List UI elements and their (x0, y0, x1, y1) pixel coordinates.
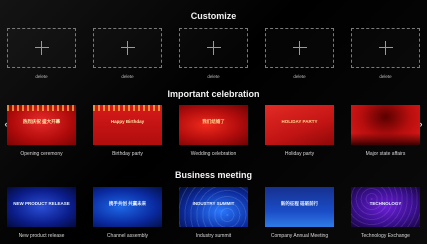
template-label: Opening ceremony (20, 151, 63, 157)
customize-section-title: Customize (190, 11, 237, 21)
template-thumbnail[interactable]: TECHNOLOGY (351, 187, 420, 227)
business-row: NEW PRODUCT RELEASE New product release … (7, 187, 420, 239)
template-card-industry-summit[interactable]: INDUSTRY SUMMIT Industry summit (179, 187, 248, 239)
delete-button[interactable]: delete (379, 74, 391, 79)
template-label: Industry summit (195, 233, 232, 239)
delete-button[interactable]: delete (207, 74, 219, 79)
empty-slot[interactable] (7, 28, 76, 68)
thumbnail-text: NEW PRODUCT RELEASE (13, 201, 70, 206)
template-label: Company Annual Meeting (270, 233, 329, 239)
template-label: Channel assembly (106, 233, 149, 239)
template-thumbnail[interactable]: INDUSTRY SUMMIT (179, 187, 248, 227)
delete-button[interactable]: delete (35, 74, 47, 79)
plus-icon (378, 41, 393, 55)
template-thumbnail[interactable]: NEW PRODUCT RELEASE (7, 187, 76, 227)
template-thumbnail[interactable]: 携手共创 共赢未来 (93, 187, 162, 227)
template-card-channel-assembly[interactable]: 携手共创 共赢未来 Channel assembly (93, 187, 162, 239)
delete-button[interactable]: delete (293, 74, 305, 79)
template-label: Wedding celebration (190, 151, 237, 157)
template-card-technology-exchange[interactable]: TECHNOLOGY Technology Exchange (351, 187, 420, 239)
template-card-major-state-affairs[interactable]: Major state affairs (351, 105, 420, 157)
template-card-wedding-celebration[interactable]: 我们结婚了 Wedding celebration (179, 105, 248, 157)
template-label: Birthday party (112, 151, 143, 157)
template-thumbnail[interactable]: 热烈庆祝 盛大开幕 (7, 105, 76, 145)
plus-icon (34, 41, 49, 55)
template-card-birthday-party[interactable]: Happy Birthday Birthday party (93, 105, 162, 157)
custom-slot-2[interactable]: delete (93, 28, 162, 79)
business-section-title: Business meeting (174, 170, 253, 180)
customize-row: delete delete delete delete delete (7, 28, 420, 79)
template-label: Major state affairs (365, 151, 406, 157)
thumbnail-text: INDUSTRY SUMMIT (192, 201, 235, 206)
custom-slot-1[interactable]: delete (7, 28, 76, 79)
template-card-new-product-release[interactable]: NEW PRODUCT RELEASE New product release (7, 187, 76, 239)
template-thumbnail[interactable]: 我们结婚了 (179, 105, 248, 145)
empty-slot[interactable] (351, 28, 420, 68)
template-thumbnail[interactable]: HOLIDAY PARTY (265, 105, 334, 145)
thumbnail-text: TECHNOLOGY (369, 201, 402, 206)
plus-icon (292, 41, 307, 55)
thumbnail-text: 携手共创 共赢未来 (108, 201, 147, 206)
thumbnail-text: Happy Birthday (110, 119, 145, 124)
thumbnail-text: 我们结婚了 (202, 119, 225, 124)
custom-slot-3[interactable]: delete (179, 28, 248, 79)
template-thumbnail[interactable] (351, 105, 420, 145)
template-thumbnail[interactable]: Happy Birthday (93, 105, 162, 145)
celebration-row: 热烈庆祝 盛大开幕 Opening ceremony Happy Birthda… (7, 105, 420, 157)
template-thumbnail[interactable]: 新的征程 砥砺前行 (265, 187, 334, 227)
empty-slot[interactable] (179, 28, 248, 68)
custom-slot-5[interactable]: delete (351, 28, 420, 79)
celebration-section-title: Important celebration (167, 89, 260, 99)
thumbnail-text: HOLIDAY PARTY (281, 119, 318, 124)
template-label: Technology Exchange (361, 233, 410, 239)
delete-button[interactable]: delete (121, 74, 133, 79)
empty-slot[interactable] (265, 28, 334, 68)
template-card-opening-ceremony[interactable]: 热烈庆祝 盛大开幕 Opening ceremony (7, 105, 76, 157)
template-card-holiday-party[interactable]: HOLIDAY PARTY Holiday party (265, 105, 334, 157)
thumbnail-text: 热烈庆祝 盛大开幕 (22, 119, 61, 124)
template-card-company-annual-meeting[interactable]: 新的征程 砥砺前行 Company Annual Meeting (265, 187, 334, 239)
empty-slot[interactable] (93, 28, 162, 68)
plus-icon (120, 41, 135, 55)
template-label: New product release (18, 233, 65, 239)
thumbnail-text: 新的征程 砥砺前行 (280, 201, 319, 206)
template-label: Holiday party (284, 151, 315, 157)
template-gallery-screen: Customize delete delete delete delete de… (0, 0, 427, 244)
plus-icon (206, 41, 221, 55)
custom-slot-4[interactable]: delete (265, 28, 334, 79)
